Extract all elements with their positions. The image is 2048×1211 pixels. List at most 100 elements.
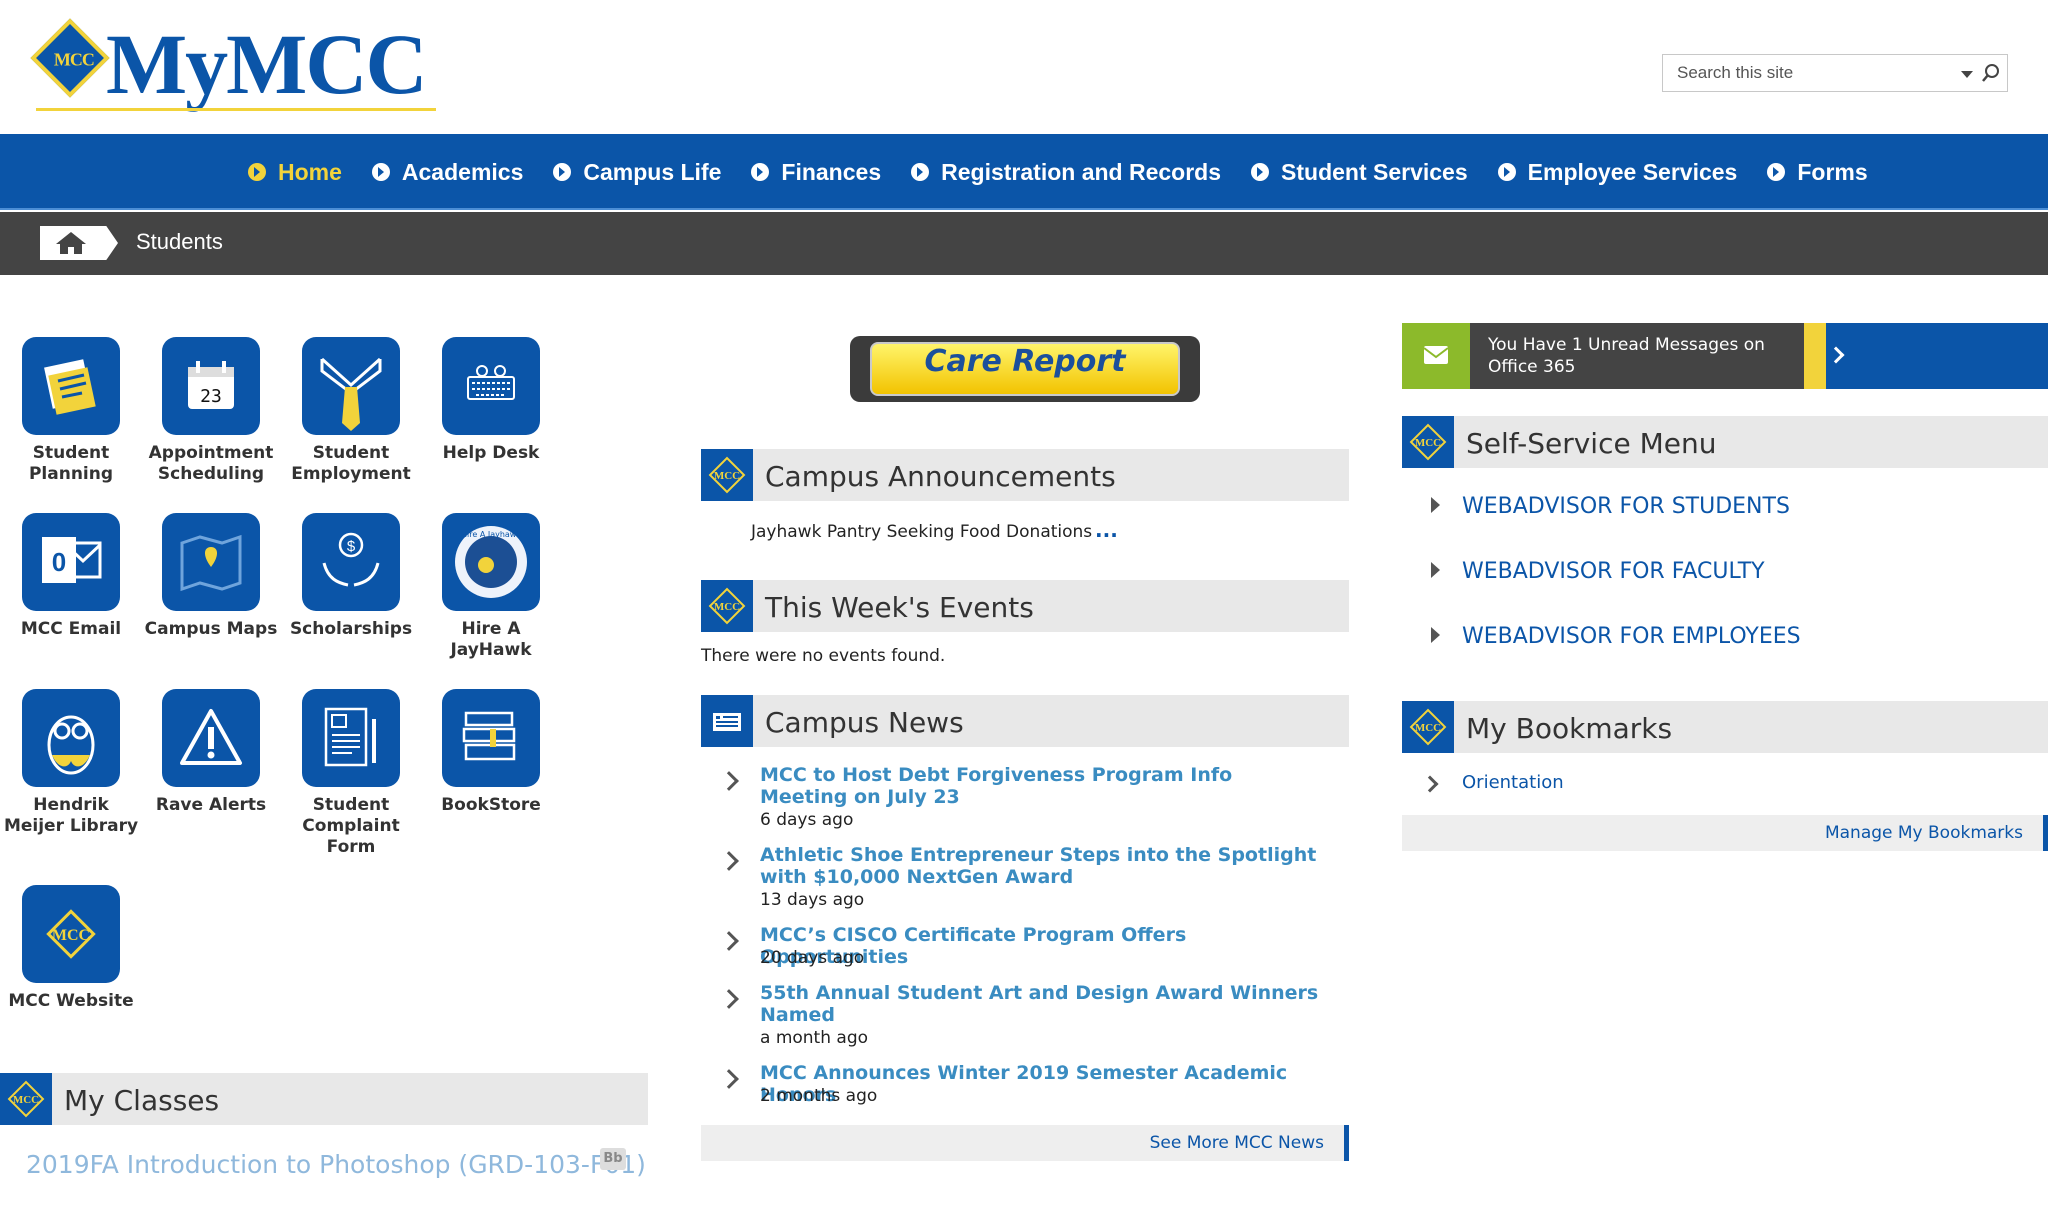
self-service-link[interactable]: WEBADVISOR FOR FACULTY [1462,559,1765,584]
news-item-title[interactable]: MCC to Host Debt Forgiveness Program Inf… [760,764,1320,808]
news-item-title[interactable]: 55th Annual Student Art and Design Award… [760,982,1320,1026]
search-box [1662,54,2008,92]
office365-arrow-button[interactable] [1826,323,2048,389]
nav-item-academics[interactable]: Academics [371,158,524,186]
nav-arrow-icon [911,163,930,181]
manage-bookmarks-link[interactable]: Manage My Bookmarks [1825,823,2023,843]
news-item-age: 20 days ago [760,948,865,968]
nav-item-employee-services[interactable]: Employee Services [1497,158,1738,186]
search-input[interactable] [1663,55,1943,91]
nav-label: Campus Life [583,158,722,185]
tile-student-planning[interactable]: Student Planning [1,337,141,485]
nav-label: Employee Services [1527,158,1738,185]
mail-icon [1402,323,1470,389]
tile-appointment-scheduling[interactable]: 23 Appointment Scheduling [141,337,281,485]
svg-text:MCC: MCC [1415,722,1441,734]
section-title: This Week's Events [765,591,1034,624]
chevron-right-icon [719,931,739,951]
tile-student-employment[interactable]: Student Employment [281,337,421,485]
events-empty-text: There were no events found. [701,646,946,666]
section-title: Self-Service Menu [1466,427,1717,460]
care-report-button[interactable]: Care Report [850,336,1200,402]
alert-icon [162,689,260,787]
mcc-logo-icon: MCC [1402,416,1454,468]
tile-label: Appointment Scheduling [148,443,274,484]
tile-label: Help Desk [442,443,540,463]
svg-text:MCC: MCC [714,470,740,482]
see-more-news-link[interactable]: See More MCC News [1150,1133,1324,1153]
announcement-item[interactable]: Jayhawk Pantry Seeking Food Donations [751,522,1092,542]
nav-item-student-services[interactable]: Student Services [1251,159,1468,186]
tile-bookstore[interactable]: BookStore [421,689,561,816]
campus-news-header: Campus News [701,695,1349,747]
office365-message: You Have 1 Unread Messages on Office 365 [1488,335,1765,377]
nav-item-campus-life[interactable]: Campus Life [553,159,721,186]
owl-icon [22,689,120,787]
nav-item-forms[interactable]: Forms [1767,158,1868,186]
class-link[interactable]: 2019FA Introduction to Photoshop (GRD-10… [26,1150,646,1179]
tile-label: Campus Maps [144,619,278,639]
badge-text: Hire A Jayhawk [461,530,521,539]
tie-icon [302,337,400,435]
tile-hire-a-jayhawk[interactable]: Hire A Jayhawk Hire A JayHawk [421,513,561,661]
chevron-right-icon [1421,775,1439,793]
tile-mcc-website[interactable]: MCC MCC Website [1,885,141,1012]
breadcrumb-current: Students [136,229,223,254]
nav-label: Forms [1797,158,1868,185]
nav-label: Academics [401,158,524,185]
tile-label: Hendrik Meijer Library [3,795,139,836]
home-icon [56,232,86,254]
manage-bookmarks-bar: Manage My Bookmarks [1402,815,2048,851]
search-scope-dropdown-icon[interactable] [1959,65,1977,81]
mcc-logo-icon: MCC [22,885,120,983]
news-item-title[interactable]: Athletic Shoe Entrepreneur Steps into th… [760,844,1320,888]
tile-help-desk[interactable]: Help Desk [421,337,561,464]
announcement-more-link[interactable]: ... [1095,518,1118,542]
nav-label: Finances [781,158,882,185]
nav-arrow-icon [751,163,770,181]
tile-label: Scholarships [289,619,413,639]
tile-label: Student Planning [28,443,114,484]
tile-mcc-email[interactable]: 0 MCC Email [1,513,141,640]
nav-label: Home [278,158,342,185]
chevron-right-icon [719,851,739,871]
nav-label: Registration and Records [941,158,1222,185]
mcc-diamond-icon: MCC [30,18,110,98]
svg-text:MCC: MCC [52,927,90,944]
tile-campus-maps[interactable]: Campus Maps [141,513,281,640]
tile-scholarships[interactable]: $ Scholarships [281,513,421,640]
nav-arrow-icon [1767,163,1786,181]
chevron-right-icon [719,771,739,791]
search-icon[interactable] [1981,63,2001,83]
caret-right-icon [1431,627,1440,643]
planner-icon [22,337,120,435]
tile-rave-alerts[interactable]: Rave Alerts [141,689,281,816]
self-service-header: MCC Self-Service Menu [1402,416,2048,468]
blackboard-icon[interactable]: Bb [600,1148,626,1170]
nav-arrow-icon [371,163,390,181]
form-icon [302,689,400,787]
svg-text:MCC: MCC [1415,437,1441,449]
money-hands-icon: $ [302,513,400,611]
see-more-news-bar: See More MCC News [701,1125,1349,1161]
nav-item-finances[interactable]: Finances [751,159,881,186]
nav-item-home[interactable]: Home [248,159,342,186]
caret-right-icon [1431,562,1440,578]
nav-item-registration[interactable]: Registration and Records [911,159,1221,186]
news-icon [701,695,753,747]
mcc-logo-icon: MCC [701,580,753,632]
bookmark-link[interactable]: Orientation [1462,772,1564,793]
logo-badge-text: MCC [53,49,94,70]
mymcc-logo[interactable]: MCC MyMCC [30,16,441,114]
self-service-link[interactable]: WEBADVISOR FOR EMPLOYEES [1462,624,1801,649]
svg-text:MCC: MCC [714,601,740,613]
chevron-right-icon [719,989,739,1009]
breadcrumb-home[interactable] [40,226,118,260]
office365-banner[interactable]: You Have 1 Unread Messages on Office 365 [1402,323,2048,389]
my-classes-header: MCC My Classes [0,1073,648,1125]
nav-arrow-icon [553,163,572,181]
self-service-link[interactable]: WEBADVISOR FOR STUDENTS [1462,494,1790,519]
tile-student-complaint-form[interactable]: Student Complaint Form [281,689,421,858]
svg-text:0: 0 [52,547,66,577]
tile-hendrik-meijer-library[interactable]: Hendrik Meijer Library [1,689,141,837]
